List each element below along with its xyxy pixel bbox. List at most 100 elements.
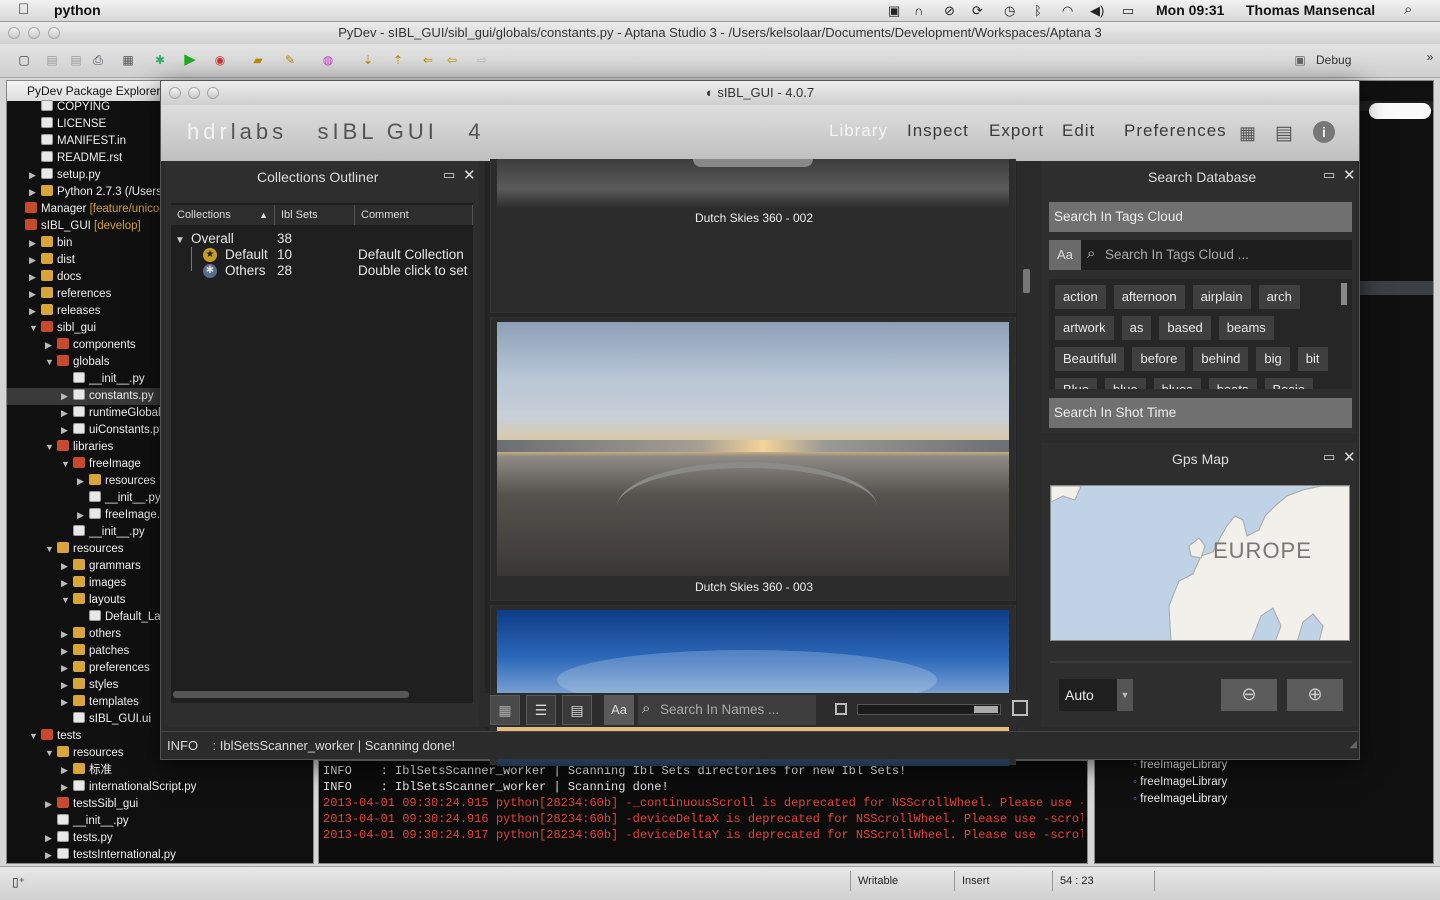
gps-map-view[interactable]: EUROPE — [1050, 485, 1350, 641]
expand-arrow-icon[interactable]: ▶ — [77, 507, 89, 524]
aptana-close-button[interactable] — [8, 27, 20, 39]
tag-chip[interactable]: based — [1159, 316, 1211, 340]
small-size-icon[interactable] — [835, 703, 847, 715]
dropbox-icon[interactable]: ▣ — [888, 3, 900, 19]
fast-view-icon[interactable]: ▯⁺ — [12, 875, 25, 889]
list-view-button[interactable]: ▤ — [562, 695, 592, 725]
expand-arrow-icon[interactable]: ▼ — [61, 456, 73, 473]
expand-arrow-icon[interactable]: ▶ — [45, 847, 57, 864]
expand-arrow-icon[interactable]: ▼ — [61, 592, 73, 609]
tag-chip[interactable]: boats — [1208, 378, 1257, 389]
volume-icon[interactable]: ◀) — [1090, 3, 1104, 19]
tree-item[interactable]: ▶ 标准 — [7, 762, 313, 779]
column-ibl-sets[interactable]: Ibl Sets — [275, 205, 355, 225]
expand-arrow-icon[interactable]: ▶ — [61, 694, 73, 711]
tree-item[interactable]: ▶ testsInternational.py — [7, 847, 313, 864]
panel-close-icon[interactable]: ✕ — [1343, 166, 1356, 184]
tag-chip[interactable]: before — [1132, 347, 1186, 371]
tree-item[interactable]: ▶ testsSibl_gui — [7, 796, 313, 813]
open-type-icon[interactable]: ▦ — [120, 52, 136, 68]
expand-arrow-icon[interactable]: ▼ — [45, 541, 57, 558]
about-info-icon[interactable]: i — [1313, 121, 1335, 143]
tree-item[interactable]: ▶ internationalScript.py — [7, 779, 313, 796]
tag-chip[interactable]: behind — [1193, 347, 1249, 371]
expand-arrow-icon[interactable]: ▶ — [61, 626, 73, 643]
tag-chip[interactable]: Beautifull — [1055, 347, 1125, 371]
tag-chip[interactable]: airplain — [1192, 285, 1251, 309]
tags-case-button[interactable]: Aa — [1049, 240, 1081, 270]
sibl-minimize-button[interactable] — [188, 87, 200, 99]
nav-inspect[interactable]: Inspect — [907, 121, 969, 141]
panel-float-icon[interactable]: ▭ — [443, 167, 455, 183]
tag-chip[interactable]: bit — [1297, 347, 1328, 371]
block-icon[interactable]: ⊘ — [944, 3, 955, 19]
ibl-set-thumbnail[interactable] — [497, 159, 1009, 209]
column-comment[interactable]: Comment — [355, 205, 473, 225]
sync-icon[interactable]: ⟳ — [972, 3, 983, 19]
zoom-in-button[interactable]: ⊕ — [1287, 679, 1343, 711]
expand-arrow-icon[interactable]: ▶ — [61, 388, 73, 405]
ibl-set-thumbnail[interactable] — [497, 322, 1009, 576]
more-perspectives-icon[interactable]: » — [1422, 49, 1438, 65]
apple-menu-icon[interactable]:  — [18, 1, 29, 18]
menubar-clock[interactable]: Mon 09:31 — [1156, 2, 1224, 18]
tag-chip[interactable]: arch — [1258, 285, 1300, 309]
nav-library[interactable]: Library — [829, 121, 888, 141]
tags-scrollbar[interactable] — [1341, 283, 1347, 305]
expand-arrow-icon[interactable]: ▶ — [61, 558, 73, 575]
headphones-icon[interactable]: ∩ — [914, 3, 923, 18]
next-annotation-icon[interactable]: ⇣ — [360, 52, 376, 68]
tag-chip[interactable]: as — [1121, 316, 1152, 340]
expand-arrow-icon[interactable]: ▶ — [77, 473, 89, 490]
expand-arrow-icon[interactable]: ▶ — [45, 337, 57, 354]
perspective-icon[interactable]: ▣ — [1292, 52, 1308, 68]
ibl-set-card[interactable]: Dutch Skies 360 - 003 — [490, 317, 1016, 601]
expand-arrow-icon[interactable]: ▶ — [61, 762, 73, 779]
tag-chip[interactable]: Blue — [1055, 378, 1098, 389]
map-type-select[interactable]: Auto ▼ — [1059, 679, 1133, 711]
column-collections[interactable]: Collections ▲ — [171, 205, 275, 225]
tag-chip[interactable]: blue — [1105, 378, 1146, 389]
outline-filter-input[interactable] — [1369, 103, 1431, 119]
nav-preferences[interactable]: Preferences — [1124, 121, 1227, 141]
outline-item[interactable]: ◦ freeImageLibrary — [1133, 791, 1227, 808]
shot-time-section-header[interactable]: Search In Shot Time — [1049, 398, 1352, 428]
expand-arrow-icon[interactable]: ▶ — [29, 286, 41, 303]
horizontal-scrollbar[interactable] — [173, 691, 409, 698]
expand-arrow-icon[interactable]: ▶ — [61, 405, 73, 422]
run-icon[interactable]: ▶ — [182, 52, 198, 68]
ibl-set-card[interactable]: Dutch Skies 360 - 002 — [490, 159, 1016, 313]
tag-chip[interactable]: Bosie — [1264, 378, 1314, 389]
expand-arrow-icon[interactable]: ▶ — [45, 830, 57, 847]
save-all-icon[interactable]: ▤ — [68, 52, 84, 68]
expand-arrow-icon[interactable]: ▶ — [29, 303, 41, 320]
expand-arrow-icon[interactable]: ▶ — [61, 660, 73, 677]
thumbnails-scrollbar[interactable] — [1023, 269, 1030, 293]
debug-run-icon[interactable]: ✱ — [152, 52, 168, 68]
panel-close-icon[interactable]: ✕ — [463, 166, 476, 184]
collection-row-default[interactable]: ★ Default 10 Default Collection — [175, 247, 473, 263]
tag-chip[interactable]: afternoon — [1113, 285, 1185, 309]
collection-row-overall[interactable]: ▼ Overall 38 — [175, 231, 465, 247]
expand-arrow-icon[interactable]: ▶ — [61, 643, 73, 660]
tag-chip[interactable]: action — [1055, 285, 1106, 309]
expand-arrow-icon[interactable]: ▼ — [45, 354, 57, 371]
expand-arrow-icon[interactable]: ▶ — [45, 796, 57, 813]
case-sensitive-button[interactable]: Aa — [604, 695, 634, 725]
last-edit-icon[interactable]: ⇐ — [420, 52, 436, 68]
save-icon[interactable]: ▤ — [44, 52, 60, 68]
expand-arrow-icon[interactable]: ▼ — [29, 728, 41, 745]
tags-search-input[interactable]: Search In Tags Cloud ... — [1105, 247, 1249, 262]
external-tools-icon[interactable]: ◉ — [212, 52, 228, 68]
outline-item[interactable]: ◦ freeImageLibrary — [1133, 774, 1227, 791]
thumbnails-view-button[interactable]: ▦ — [490, 695, 520, 725]
expand-arrow-icon[interactable]: ▶ — [61, 422, 73, 439]
wand-icon[interactable]: ✎ — [282, 52, 298, 68]
tag-chip[interactable]: big — [1256, 347, 1290, 371]
aptana-minimize-button[interactable] — [28, 27, 40, 39]
expand-arrow-icon[interactable]: ▶ — [61, 575, 73, 592]
slider-handle[interactable] — [974, 706, 998, 713]
expand-arrow-icon[interactable]: ▶ — [61, 779, 73, 796]
expand-arrow-icon[interactable]: ▼ — [45, 745, 57, 762]
details-view-button[interactable]: ☰ — [526, 695, 556, 725]
